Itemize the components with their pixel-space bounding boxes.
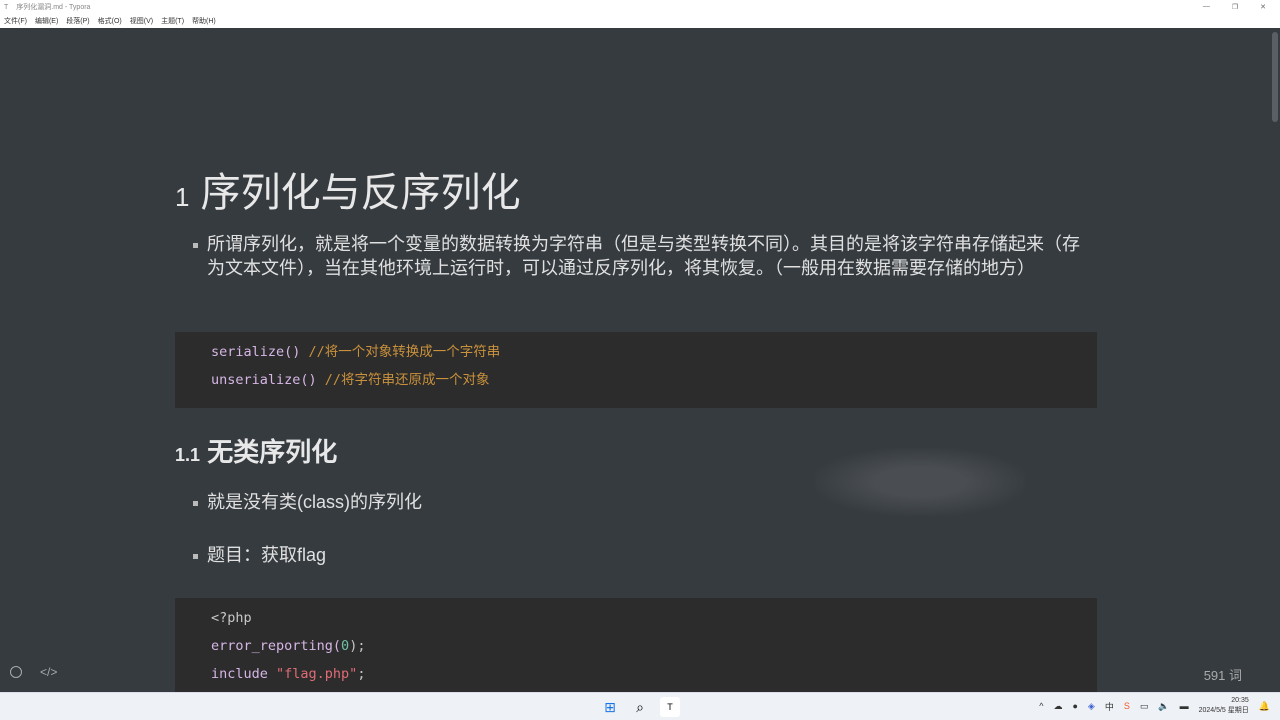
input-icon[interactable]: 中: [1105, 700, 1114, 713]
heading-1: 1 序列化与反序列化: [175, 171, 521, 215]
window-title: 序列化漏洞.md - Typora: [16, 4, 91, 11]
code-line: <?php: [211, 610, 252, 626]
typora-app-icon[interactable]: T: [660, 697, 680, 717]
search-icon[interactable]: ⌕: [630, 697, 650, 717]
menu-bar: 文件(F) 编辑(E) 段落(P) 格式(O) 视图(V) 主题(T) 帮助(H…: [0, 14, 1280, 28]
menu-edit[interactable]: 编辑(E): [35, 16, 58, 26]
menu-file[interactable]: 文件(F): [4, 16, 27, 26]
bullet-list-1: 就是没有类(class)的序列化: [193, 490, 422, 514]
list-item: 题目：获取flag: [193, 543, 326, 567]
maximize-button[interactable]: ❐: [1232, 3, 1238, 11]
taskbar: ⊞ ⌕ T ^ ☁ ● ◈ 中 S ▭ 🔈 ▬ 20:35 2024/5/5 星期…: [0, 692, 1280, 720]
sogou-icon[interactable]: S: [1124, 701, 1130, 711]
source-mode-icon[interactable]: </>: [40, 665, 57, 679]
menu-format[interactable]: 格式(O): [98, 16, 122, 26]
start-icon[interactable]: ⊞: [600, 697, 620, 717]
heading-2: 1.1 无类序列化: [175, 437, 338, 467]
list-item: 所谓序列化，就是将一个变量的数据转换为字符串（但是与类型转换不同）。其目的是将该…: [193, 232, 1093, 280]
battery-icon[interactable]: ▬: [1180, 701, 1189, 711]
scrollbar[interactable]: [1270, 28, 1280, 692]
network-icon[interactable]: ▭: [1140, 701, 1149, 712]
app-icon: T: [4, 3, 9, 11]
clock[interactable]: 20:35 2024/5/5 星期日: [1199, 696, 1249, 716]
watermark: [815, 448, 1025, 516]
minimize-button[interactable]: —: [1203, 3, 1210, 11]
outline-toggle-icon[interactable]: [10, 666, 22, 678]
chevron-up-icon[interactable]: ^: [1039, 701, 1043, 711]
word-count[interactable]: 591 词: [1204, 665, 1242, 684]
menu-view[interactable]: 视图(V): [130, 16, 153, 26]
list-item: 就是没有类(class)的序列化: [193, 490, 422, 514]
menu-theme[interactable]: 主题(T): [161, 16, 184, 26]
intro-list: 所谓序列化，就是将一个变量的数据转换为字符串（但是与类型转换不同）。其目的是将该…: [193, 232, 1093, 280]
code-line: error_reporting(0);: [211, 638, 366, 654]
bullet-list-2: 题目：获取flag: [193, 543, 326, 567]
code-line: unserialize() //将字符串还原成一个对象: [211, 372, 490, 388]
notification-icon[interactable]: 🔔: [1259, 701, 1270, 712]
volume-icon[interactable]: 🔈: [1158, 701, 1169, 712]
scrollbar-thumb[interactable]: [1272, 32, 1278, 122]
code-block-1[interactable]: serialize() //将一个对象转换成一个字符串 unserialize(…: [175, 332, 1097, 408]
title-bar: T 序列化漏洞.md - Typora — ❐ ✕: [0, 0, 1280, 14]
cloud-icon[interactable]: ☁: [1053, 701, 1062, 712]
close-button[interactable]: ✕: [1260, 3, 1266, 11]
shield-icon[interactable]: ◈: [1088, 701, 1095, 712]
qq-icon[interactable]: ●: [1072, 701, 1077, 711]
code-line: serialize() //将一个对象转换成一个字符串: [211, 344, 501, 360]
status-bar: </> 591 词: [0, 660, 1270, 692]
menu-paragraph[interactable]: 段落(P): [66, 16, 89, 26]
menu-help[interactable]: 帮助(H): [192, 16, 216, 26]
